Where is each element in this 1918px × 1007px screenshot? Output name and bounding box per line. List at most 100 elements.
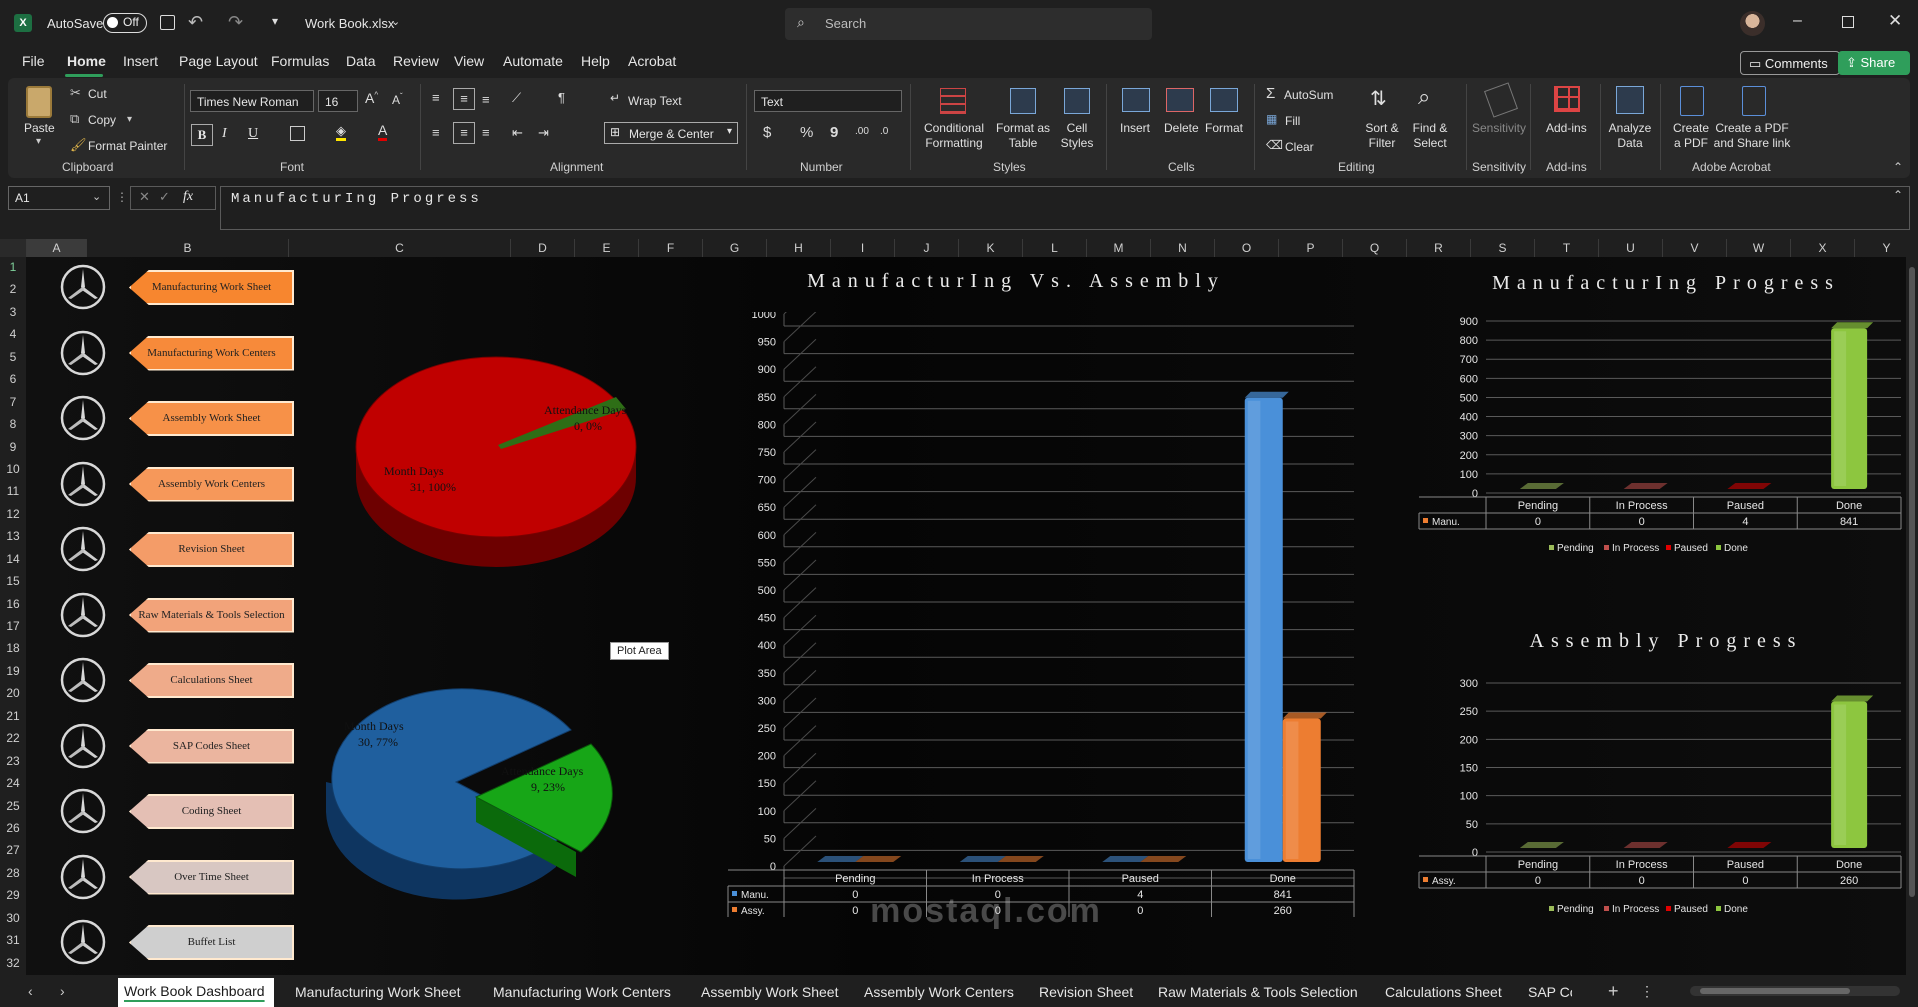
document-title[interactable]: Work Book.xlsx	[305, 16, 394, 31]
column-header[interactable]: L	[1022, 239, 1086, 257]
bar[interactable]	[817, 856, 864, 862]
nav-button[interactable]: Assembly Work Centers	[129, 466, 294, 502]
column-header[interactable]: Y	[1854, 239, 1918, 257]
column-header[interactable]: Q	[1342, 239, 1406, 257]
menu-home[interactable]: Home	[67, 53, 106, 69]
paste-icon[interactable]	[26, 86, 52, 118]
column-header[interactable]: G	[702, 239, 766, 257]
formula-input[interactable]: ManufacturIng Progress	[220, 186, 1910, 230]
column-header[interactable]: S	[1470, 239, 1534, 257]
insert-cells-button[interactable]: Insert	[1120, 121, 1150, 136]
search-box[interactable]: ⌕ Search	[785, 8, 1152, 40]
horizontal-scrollbar[interactable]	[1690, 986, 1900, 996]
chevron-down-icon[interactable]: ⌄	[391, 15, 400, 28]
row-header[interactable]: 15	[0, 574, 26, 588]
row-header[interactable]: 26	[0, 821, 26, 835]
column-header[interactable]: T	[1534, 239, 1598, 257]
align-right-icon[interactable]: ≡	[482, 125, 490, 140]
clear-button[interactable]: Clear	[1285, 140, 1314, 155]
more-tabs-icon[interactable]: ⋮	[1640, 983, 1654, 1000]
align-middle-icon[interactable]: ≡	[453, 88, 475, 110]
shrink-font-icon[interactable]: Aˇ	[392, 92, 403, 107]
underline-button[interactable]: U	[248, 126, 258, 142]
chevron-down-icon[interactable]: ▾	[36, 136, 41, 147]
conditional-formatting-button[interactable]: Conditional Formatting	[918, 121, 990, 151]
tab-manufacturing-work-sheet[interactable]: Manufacturing Work Sheet	[295, 984, 461, 1000]
grow-font-icon[interactable]: A^	[365, 90, 378, 106]
row-header[interactable]: 27	[0, 843, 26, 857]
expand-formula-icon[interactable]: ⌃	[1893, 188, 1903, 202]
redo-icon[interactable]: ↷	[228, 12, 243, 33]
row-header[interactable]: 31	[0, 933, 26, 947]
comma-button[interactable]: 9	[830, 124, 838, 141]
comments-button[interactable]: ▭ Comments	[1740, 51, 1840, 75]
align-center-icon[interactable]: ≡	[453, 122, 475, 144]
bar[interactable]	[1102, 856, 1149, 862]
row-header[interactable]: 23	[0, 754, 26, 768]
decrease-indent-icon[interactable]: ⇤	[512, 125, 523, 141]
column-header[interactable]: I	[830, 239, 894, 257]
row-header[interactable]: 20	[0, 686, 26, 700]
nav-button[interactable]: Manufacturing Work Centers	[129, 335, 294, 371]
row-header[interactable]: 24	[0, 776, 26, 790]
row-header[interactable]: 13	[0, 529, 26, 543]
create-share-pdf-button[interactable]: Create a PDF and Share link	[1712, 121, 1792, 151]
menu-help[interactable]: Help	[581, 53, 610, 69]
orientation-icon[interactable]: ⟋	[512, 90, 521, 106]
autosum-button[interactable]: AutoSum	[1284, 88, 1333, 103]
column-header[interactable]: K	[958, 239, 1022, 257]
worksheet[interactable]: Manufacturing Work Sheet Manufacturing Wo…	[26, 257, 1906, 975]
create-pdf-button[interactable]: Create a PDF	[1668, 121, 1714, 151]
bar-chart-main[interactable]: 1000950900850800750700650600550500450400…	[686, 312, 1386, 917]
analyze-data-button[interactable]: Analyze Data	[1608, 121, 1652, 151]
row-header[interactable]: 14	[0, 552, 26, 566]
format-as-table-button[interactable]: Format as Table	[994, 121, 1052, 151]
column-header[interactable]: A	[26, 239, 86, 257]
menu-review[interactable]: Review	[393, 53, 439, 69]
tab-raw-materials[interactable]: Raw Materials & Tools Selection	[1158, 984, 1358, 1000]
column-header[interactable]: J	[894, 239, 958, 257]
row-header[interactable]: 5	[0, 350, 26, 364]
merge-center-button[interactable]: ⊞ Merge & Center ▾	[604, 122, 738, 144]
column-header[interactable]: C	[288, 239, 510, 257]
row-header[interactable]: 12	[0, 507, 26, 521]
pie-slice-month-days[interactable]	[355, 356, 637, 538]
bar[interactable]	[1623, 483, 1668, 489]
row-header[interactable]: 10	[0, 462, 26, 476]
menu-page-layout[interactable]: Page Layout	[179, 53, 258, 69]
fill-button[interactable]: Fill	[1285, 114, 1300, 129]
row-header[interactable]: 29	[0, 888, 26, 902]
menu-formulas[interactable]: Formulas	[271, 53, 329, 69]
chevron-down-icon[interactable]: ▾	[127, 114, 132, 125]
row-header[interactable]: 1	[0, 260, 26, 274]
row-header[interactable]: 4	[0, 327, 26, 341]
bar[interactable]	[959, 856, 1006, 862]
copy-button[interactable]: Copy	[88, 113, 116, 128]
column-header[interactable]: R	[1406, 239, 1470, 257]
align-bottom-icon[interactable]: ≡	[482, 92, 490, 107]
bar[interactable]	[1519, 483, 1564, 489]
collapse-ribbon-icon[interactable]: ⌃	[1893, 160, 1903, 174]
bar[interactable]	[855, 856, 902, 862]
column-header[interactable]: X	[1790, 239, 1854, 257]
column-header[interactable]: D	[510, 239, 574, 257]
column-header[interactable]: F	[638, 239, 702, 257]
nav-button[interactable]: Revision Sheet	[129, 532, 294, 567]
bold-button[interactable]: B	[191, 124, 213, 146]
wrap-text-button[interactable]: Wrap Text	[628, 94, 682, 109]
font-color-icon[interactable]: A	[378, 123, 388, 141]
row-header[interactable]: 2	[0, 282, 26, 296]
column-header[interactable]: O	[1214, 239, 1278, 257]
save-icon[interactable]	[160, 15, 175, 30]
row-header[interactable]: 25	[0, 799, 26, 813]
currency-button[interactable]: $	[763, 124, 771, 141]
increase-indent-icon[interactable]: ⇥	[538, 125, 549, 141]
share-button[interactable]: ⇪ Share ▾	[1838, 51, 1910, 94]
row-header[interactable]: 28	[0, 866, 26, 880]
row-header[interactable]: 18	[0, 641, 26, 655]
column-header[interactable]: N	[1150, 239, 1214, 257]
menu-file[interactable]: File	[22, 53, 45, 69]
chevron-down-icon[interactable]: ⌄	[92, 190, 101, 203]
bar[interactable]	[1727, 842, 1772, 848]
align-top-icon[interactable]: ≡	[432, 90, 440, 105]
